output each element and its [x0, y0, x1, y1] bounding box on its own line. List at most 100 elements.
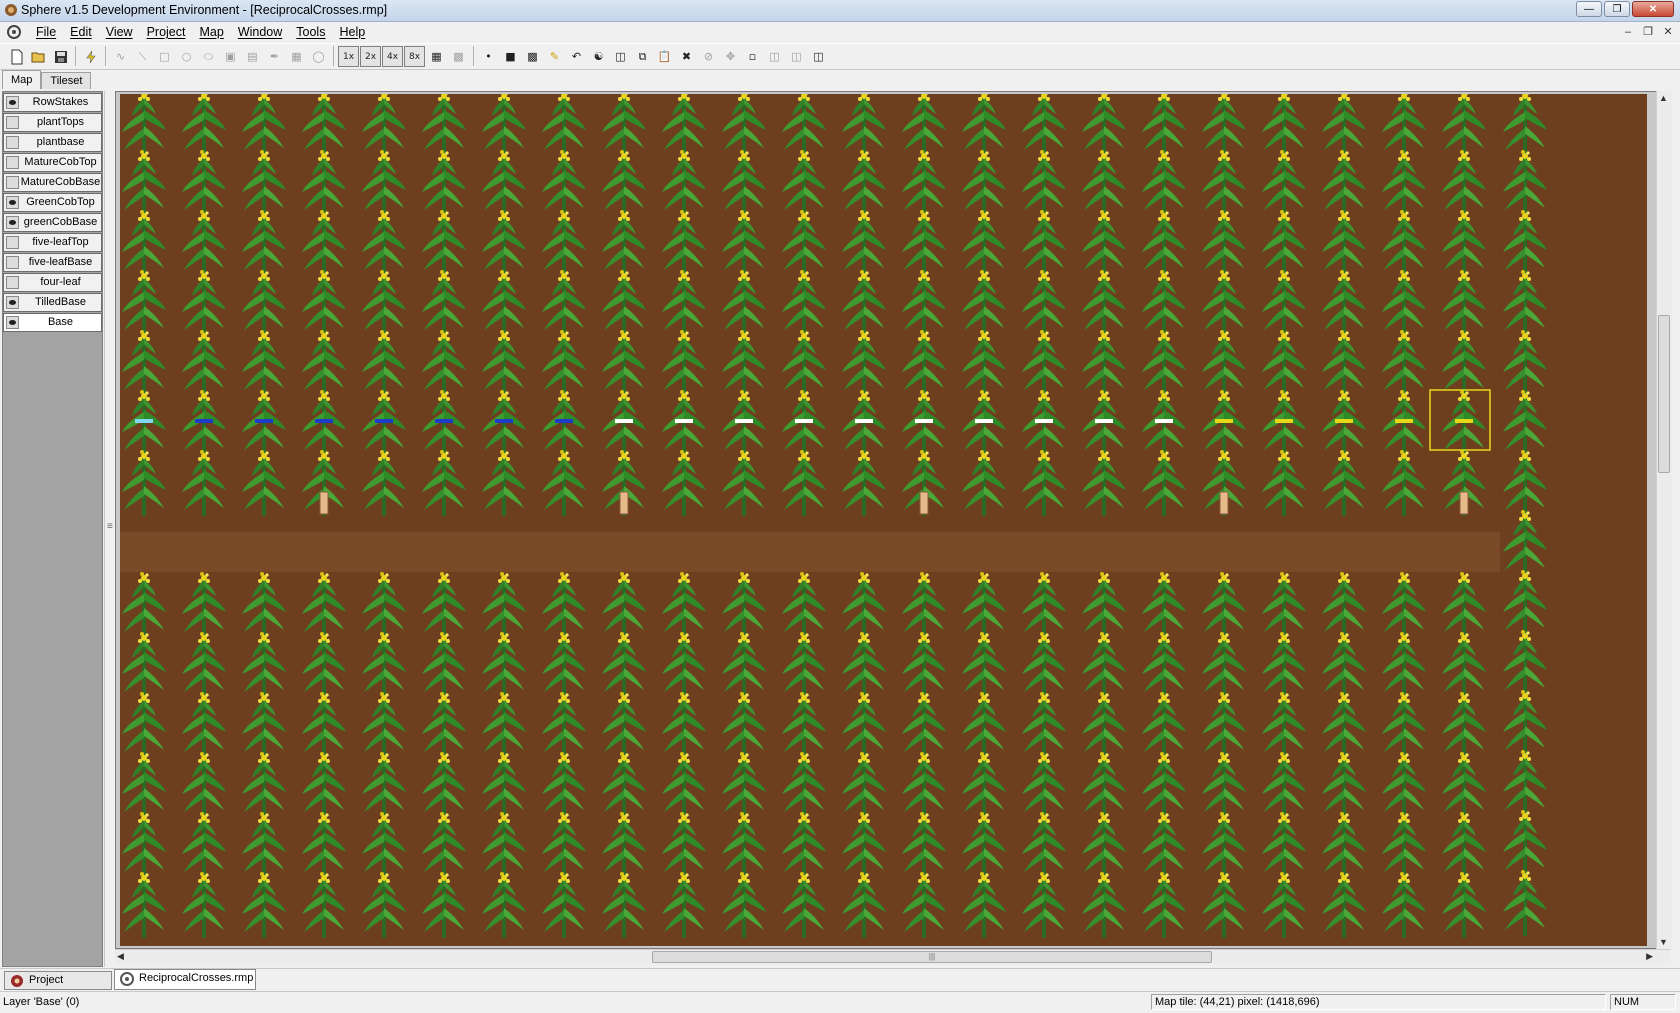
dot-icon[interactable]: •	[478, 46, 499, 67]
entity-icon[interactable]: ☯	[588, 46, 609, 67]
ellipse-icon[interactable]: ⬭	[198, 46, 219, 67]
rectangle-icon[interactable]: □	[154, 46, 175, 67]
layer-item[interactable]: MatureCobTop	[3, 153, 102, 172]
layer-item[interactable]: plantbase	[3, 133, 102, 152]
lightning-icon[interactable]	[80, 46, 101, 67]
eye-visibility-icon[interactable]	[6, 176, 19, 189]
zoom-2x-button[interactable]: 2x	[360, 46, 381, 67]
row-marker	[375, 419, 393, 423]
zones-icon[interactable]: ◫	[610, 46, 631, 67]
horizontal-scrollbar[interactable]: ◀ ||| ▶	[115, 949, 1671, 965]
fill-icon[interactable]: ▣	[220, 46, 241, 67]
close-button[interactable]: ✕	[1632, 1, 1674, 17]
paste-icon[interactable]: 📋	[654, 46, 675, 67]
tab-map[interactable]: Map	[2, 70, 42, 89]
scroll-down-arrow-icon[interactable]: ▼	[1659, 937, 1668, 947]
copy-icon[interactable]: ⧉	[632, 46, 653, 67]
title-bar: Sphere v1.5 Development Environment - [R…	[0, 0, 1680, 22]
eye-visibility-icon[interactable]	[6, 296, 19, 309]
lasso-icon[interactable]: ◯	[308, 46, 329, 67]
vertical-scroll-thumb[interactable]	[1658, 315, 1670, 473]
eye-visibility-icon[interactable]	[6, 156, 19, 169]
eye-visibility-icon[interactable]	[6, 256, 19, 269]
freehand-icon[interactable]: ∿	[110, 46, 131, 67]
circle-icon[interactable]: ○	[176, 46, 197, 67]
scroll-right-arrow-icon[interactable]: ▶	[1646, 951, 1653, 962]
undo-icon[interactable]: ↶	[566, 46, 587, 67]
eye-visibility-icon[interactable]	[6, 196, 19, 209]
eyedropper-icon[interactable]: ✒	[264, 46, 285, 67]
status-layer: Layer 'Base' (0)	[3, 996, 80, 1008]
vertical-scrollbar[interactable]: ▲ ▼	[1656, 91, 1672, 949]
open-folder-icon[interactable]	[28, 46, 49, 67]
circle-tool-icon[interactable]: ⊘	[698, 46, 719, 67]
menu-view[interactable]: View	[99, 25, 140, 39]
eye-visibility-icon[interactable]	[6, 96, 19, 109]
document-gear-icon[interactable]	[6, 24, 22, 40]
layer-item[interactable]: plantTops	[3, 113, 102, 132]
eye-visibility-icon[interactable]	[6, 276, 19, 289]
menu-file[interactable]: File	[29, 25, 63, 39]
menu-tools[interactable]: Tools	[289, 25, 332, 39]
window-title: Sphere v1.5 Development Environment - [R…	[21, 3, 388, 17]
tile-grid-icon[interactable]: ▩	[522, 46, 543, 67]
eye-visibility-icon[interactable]	[6, 116, 19, 129]
layer-item[interactable]: TilledBase	[3, 293, 102, 312]
line-icon[interactable]: ⟍	[132, 46, 153, 67]
mdi-restore-button[interactable]: ❐	[1640, 25, 1656, 39]
menu-project[interactable]: Project	[140, 25, 193, 39]
move-icon[interactable]: ✥	[720, 46, 741, 67]
scroll-up-arrow-icon[interactable]: ▲	[1659, 93, 1668, 103]
restore-button[interactable]: ❐	[1604, 1, 1630, 17]
panel-splitter[interactable]: ≡	[104, 91, 115, 967]
eye-visibility-icon[interactable]	[6, 136, 19, 149]
tab-project[interactable]: Project [Comics]	[4, 971, 112, 1003]
scroll-left-arrow-icon[interactable]: ◀	[117, 951, 124, 962]
grid-icon[interactable]: ▦	[426, 46, 447, 67]
toolbar: ∿ ⟍ □ ○ ⬭ ▣ ▤ ✒ ▦ ◯ 1x 2x 4x 8x ▦ ▩ • ■ …	[0, 43, 1680, 70]
menu-edit[interactable]: Edit	[63, 25, 99, 39]
new-file-icon[interactable]	[6, 46, 27, 67]
cut-icon[interactable]: ✖	[676, 46, 697, 67]
text-icon[interactable]: ▤	[242, 46, 263, 67]
resize-icon[interactable]: ◫	[764, 46, 785, 67]
flip-icon[interactable]: ◫	[786, 46, 807, 67]
layer-item-selected[interactable]: Base	[3, 313, 102, 332]
layer-item[interactable]: five-leafTop	[3, 233, 102, 252]
zoom-4x-button[interactable]: 4x	[382, 46, 403, 67]
layer-item[interactable]: four-leaf	[3, 273, 102, 292]
layer-item[interactable]: greenCobBase	[3, 213, 102, 232]
obstruction-icon[interactable]: ▩	[448, 46, 469, 67]
eye-visibility-icon[interactable]	[6, 236, 19, 249]
layer-item[interactable]: GreenCobTop	[3, 193, 102, 212]
mdi-close-button[interactable]: ✕	[1660, 25, 1676, 39]
row-marker	[195, 419, 213, 423]
menu-help[interactable]: Help	[332, 25, 372, 39]
layer-item[interactable]: RowStakes	[3, 93, 102, 112]
eye-visibility-icon[interactable]	[6, 216, 19, 229]
script-icon[interactable]: ▫	[742, 46, 763, 67]
layer-item[interactable]: MatureCobBase	[3, 173, 102, 192]
row-marker	[855, 419, 873, 423]
map-view[interactable]	[115, 91, 1671, 949]
menu-window[interactable]: Window	[231, 25, 289, 39]
tab-tileset[interactable]: Tileset	[41, 72, 92, 89]
layer-item[interactable]: five-leafBase	[3, 253, 102, 272]
save-as-icon[interactable]: ◫	[808, 46, 829, 67]
pencil-icon[interactable]: ✎	[544, 46, 565, 67]
zoom-1x-button[interactable]: 1x	[338, 46, 359, 67]
tab-reciprocal-crosses[interactable]: ReciprocalCrosses.rmp	[114, 969, 256, 990]
status-num: NUM	[1610, 994, 1676, 1010]
menu-map[interactable]: Map	[192, 25, 230, 39]
select-icon[interactable]: ▦	[286, 46, 307, 67]
eye-visibility-icon[interactable]	[6, 316, 19, 329]
sphere-app-icon	[5, 4, 17, 16]
horizontal-scroll-thumb[interactable]: |||	[652, 951, 1212, 963]
square-icon[interactable]: ■	[500, 46, 521, 67]
row-marker	[795, 419, 813, 423]
save-disk-icon[interactable]	[50, 46, 71, 67]
zoom-8x-button[interactable]: 8x	[404, 46, 425, 67]
mdi-minimize-button[interactable]: –	[1620, 25, 1636, 39]
map-canvas[interactable]	[120, 94, 1647, 946]
minimize-button[interactable]: —	[1576, 1, 1602, 17]
